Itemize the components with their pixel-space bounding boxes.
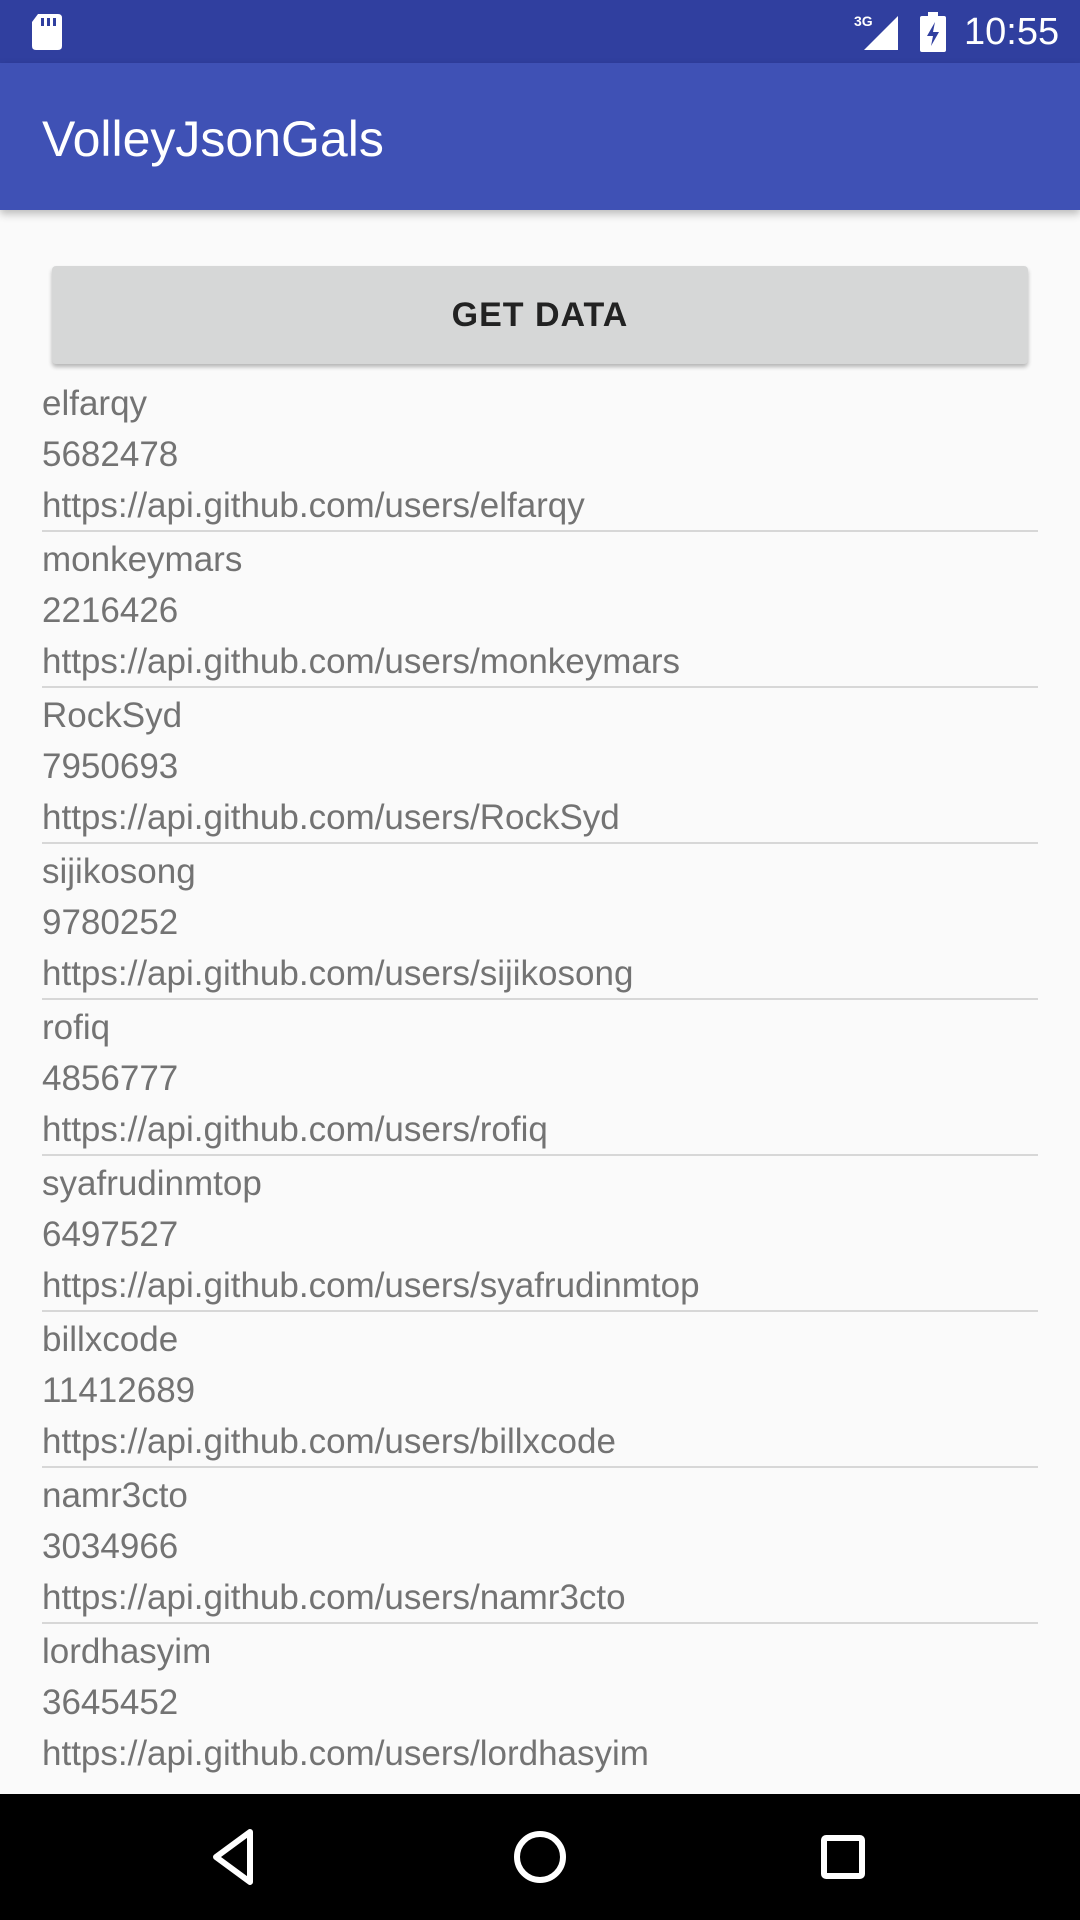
home-icon[interactable] (507, 1824, 573, 1890)
list-item[interactable]: namr3cto 3034966 https://api.github.com/… (42, 1468, 1038, 1624)
list-item[interactable]: RockSyd 7950693 https://api.github.com/u… (42, 688, 1038, 844)
signal-3g-icon: 3G (854, 13, 898, 50)
list-item[interactable]: billxcode 11412689 https://api.github.co… (42, 1312, 1038, 1468)
navigation-bar (0, 1794, 1080, 1920)
user-url: https://api.github.com/users/monkeymars (42, 642, 681, 681)
user-url: https://api.github.com/users/rofiq (42, 1110, 548, 1149)
user-id: 3034966 (42, 1527, 179, 1566)
user-url: https://api.github.com/users/namr3cto (42, 1578, 626, 1617)
user-url: https://api.github.com/users/sijikosong (42, 954, 634, 993)
user-url: https://api.github.com/users/billxcode (42, 1422, 616, 1461)
list-item[interactable]: elfarqy 5682478 https://api.github.com/u… (42, 376, 1038, 532)
main-content: GET DATA elfarqy 5682478 https://api.git… (0, 210, 1080, 1794)
user-id: 5682478 (42, 435, 179, 474)
user-url: https://api.github.com/users/elfarqy (42, 486, 585, 525)
user-login: elfarqy (42, 384, 148, 423)
user-id: 6497527 (42, 1215, 179, 1254)
user-id: 7950693 (42, 747, 179, 786)
user-login: sijikosong (42, 852, 196, 891)
user-id: 4856777 (42, 1059, 179, 1098)
user-id: 9780252 (42, 903, 179, 942)
status-time: 10:55 (964, 11, 1060, 53)
back-icon[interactable] (204, 1824, 270, 1890)
battery-charging-icon (920, 12, 946, 52)
user-login: billxcode (42, 1320, 179, 1359)
status-bar: 3G 10:55 (0, 0, 1080, 63)
user-login: namr3cto (42, 1476, 188, 1515)
user-id: 11412689 (42, 1371, 196, 1410)
user-url: https://api.github.com/users/syafrudinmt… (42, 1266, 700, 1305)
list-item[interactable]: sijikosong 9780252 https://api.github.co… (42, 844, 1038, 1000)
network-type-label: 3G (854, 13, 873, 29)
user-list-viewport: elfarqy 5682478 https://api.github.com/u… (42, 376, 1080, 1794)
user-url: https://api.github.com/users/lordhasyim (42, 1734, 649, 1773)
sd-card-icon (32, 14, 62, 50)
get-data-button[interactable]: GET DATA (52, 266, 1028, 364)
user-list[interactable]: elfarqy 5682478 https://api.github.com/u… (42, 376, 1038, 1794)
user-login: RockSyd (42, 696, 183, 735)
user-login: monkeymars (42, 540, 243, 579)
user-id: 3645452 (42, 1683, 179, 1722)
app-title: VolleyJsonGals (42, 111, 384, 167)
user-login: lordhasyim (42, 1632, 212, 1671)
user-url: https://api.github.com/users/RockSyd (42, 798, 620, 837)
list-item[interactable]: monkeymars 2216426 https://api.github.co… (42, 532, 1038, 688)
app-bar: VolleyJsonGals (0, 63, 1080, 210)
recents-icon[interactable] (810, 1824, 876, 1890)
user-id: 2216426 (42, 591, 179, 630)
user-login: syafrudinmtop (42, 1164, 262, 1203)
list-item[interactable]: lordhasyim 3645452 https://api.github.co… (42, 1624, 1038, 1780)
list-item[interactable]: rofiq 4856777 https://api.github.com/use… (42, 1000, 1038, 1156)
list-item[interactable]: syafrudinmtop 6497527 https://api.github… (42, 1156, 1038, 1312)
user-login: rofiq (42, 1008, 111, 1047)
